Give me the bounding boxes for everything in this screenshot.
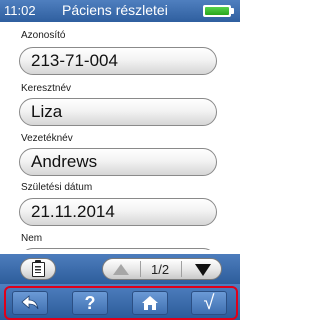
title-bar: 11:02 Páciens részletei <box>0 0 240 22</box>
first-name-label: Keresztnév <box>21 83 72 94</box>
help-icon: ? <box>84 292 96 313</box>
last-name-field[interactable]: Andrews <box>19 148 217 176</box>
last-name-label: Vezetéknév <box>21 133 73 144</box>
battery-level-fill <box>205 7 229 15</box>
control-bar: 1/2 <box>0 254 240 284</box>
id-label: Azonosító <box>21 30 66 41</box>
clipboard-icon <box>32 260 45 277</box>
pager: 1/2 <box>102 258 222 280</box>
birth-date-field[interactable]: 21.11.2014 <box>19 198 217 226</box>
first-name-field[interactable]: Liza <box>19 98 217 126</box>
page-title: Páciens részletei <box>62 2 168 18</box>
gender-label: Nem <box>21 233 43 244</box>
back-button[interactable] <box>12 291 48 315</box>
clock: 11:02 <box>4 3 36 18</box>
pager-divider <box>181 261 182 277</box>
help-button[interactable]: ? <box>72 291 108 315</box>
birth-date-label: Születési dátum <box>21 182 93 193</box>
back-arrow-icon <box>21 295 39 310</box>
bottom-nav-bar: ? √ <box>0 284 240 320</box>
pager-divider <box>140 261 141 277</box>
up-arrow-icon[interactable] <box>113 264 129 275</box>
checkmark-icon: √ <box>203 291 215 314</box>
id-field[interactable]: 213-71-004 <box>19 47 217 75</box>
page-indicator: 1/2 <box>151 262 170 277</box>
down-arrow-icon[interactable] <box>195 264 211 276</box>
battery-tip <box>231 8 234 14</box>
home-button[interactable] <box>132 291 168 315</box>
home-icon <box>142 296 158 310</box>
battery-icon <box>203 5 231 17</box>
confirm-button[interactable]: √ <box>191 291 227 315</box>
gender-field[interactable] <box>19 248 217 250</box>
clipboard-button[interactable] <box>20 258 56 280</box>
patient-details-form: Azonosító 213-71-004 Keresztnév Liza Vez… <box>0 22 240 250</box>
